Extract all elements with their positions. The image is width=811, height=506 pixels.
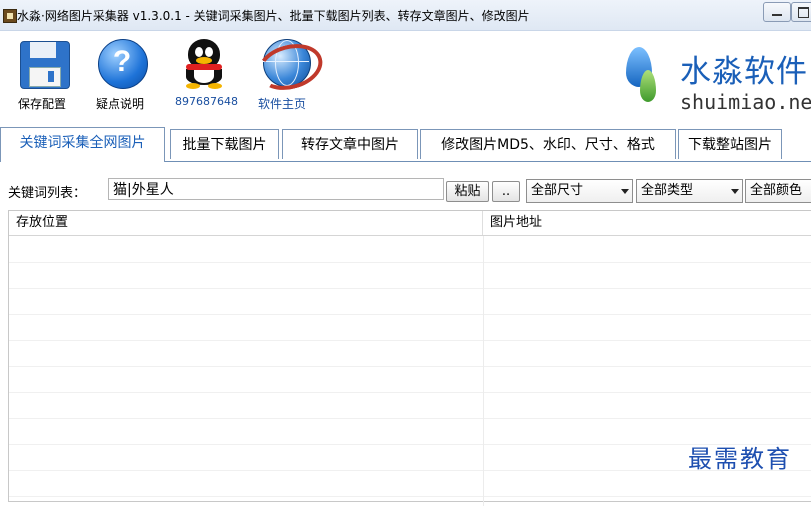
toolbar: 保存配置 ? 疑点说明 897687648 软件主页 水淼软件 shuimiao… bbox=[0, 31, 811, 125]
color-select[interactable]: 全部颜色 bbox=[745, 179, 811, 203]
globe-icon[interactable] bbox=[252, 37, 328, 97]
minimize-button[interactable] bbox=[763, 2, 791, 22]
tab-keyword-collect[interactable]: 关键词采集全网图片 bbox=[0, 127, 165, 162]
help-icon[interactable]: ? bbox=[98, 39, 148, 89]
paste-button[interactable]: 粘贴 bbox=[446, 181, 489, 202]
table-row bbox=[9, 340, 811, 367]
qq-penguin-icon[interactable] bbox=[180, 39, 230, 89]
watermark-text: 最需教育 bbox=[688, 445, 792, 473]
table-row bbox=[9, 392, 811, 419]
size-select[interactable]: 全部尺寸 bbox=[526, 179, 633, 203]
table-row bbox=[9, 288, 811, 315]
keyword-list-label: 关键词列表： bbox=[8, 186, 87, 201]
table-header: 存放位置 图片地址 bbox=[9, 211, 811, 236]
chevron-down-icon bbox=[621, 189, 629, 194]
table-row bbox=[9, 236, 811, 263]
save-config-label[interactable]: 保存配置 bbox=[18, 95, 66, 112]
logo-leaf-icon bbox=[640, 70, 656, 102]
logo-text-en: shuimiao.ne bbox=[680, 90, 811, 114]
column-divider bbox=[483, 236, 484, 506]
type-select[interactable]: 全部类型 bbox=[636, 179, 743, 203]
size-select-value: 全部尺寸 bbox=[531, 183, 584, 198]
tab-modify-images[interactable]: 修改图片MD5、水印、尺寸、格式 bbox=[420, 129, 676, 159]
color-select-value: 全部颜色 bbox=[750, 183, 803, 198]
logo-text-cn: 水淼软件 bbox=[680, 54, 808, 90]
table-row bbox=[9, 314, 811, 341]
tab-bar: 关键词采集全网图片 批量下载图片 转存文章中图片 修改图片MD5、水印、尺寸、格… bbox=[0, 127, 811, 162]
app-icon bbox=[3, 9, 17, 23]
keyword-controls: 关键词列表： 猫|外星人 粘贴 .. 全部尺寸 全部类型 全部颜色 bbox=[0, 175, 811, 207]
title-bar: 水淼·网络图片采集器 v1.3.0.1 - 关键词采集图片、批量下载图片列表、转… bbox=[0, 0, 811, 31]
column-header-url[interactable]: 图片地址 bbox=[483, 211, 811, 235]
column-header-location[interactable]: 存放位置 bbox=[9, 211, 483, 235]
table-row bbox=[9, 470, 811, 497]
tab-batch-download[interactable]: 批量下载图片 bbox=[170, 129, 279, 159]
help-label[interactable]: 疑点说明 bbox=[96, 95, 144, 112]
table-row bbox=[9, 262, 811, 289]
chevron-down-icon bbox=[731, 189, 739, 194]
window-title: 水淼·网络图片采集器 v1.3.0.1 - 关键词采集图片、批量下载图片列表、转… bbox=[17, 9, 530, 23]
keyword-input[interactable]: 猫|外星人 bbox=[108, 178, 444, 200]
tab-article-images[interactable]: 转存文章中图片 bbox=[282, 129, 418, 159]
qq-number-label[interactable]: 897687648 bbox=[175, 95, 238, 108]
table-row bbox=[9, 366, 811, 393]
type-select-value: 全部类型 bbox=[641, 183, 694, 198]
homepage-label[interactable]: 软件主页 bbox=[258, 95, 306, 112]
browse-button[interactable]: .. bbox=[492, 181, 520, 202]
maximize-button[interactable] bbox=[791, 2, 811, 22]
save-icon[interactable] bbox=[20, 39, 70, 89]
tab-site-download[interactable]: 下载整站图片 bbox=[678, 129, 782, 159]
